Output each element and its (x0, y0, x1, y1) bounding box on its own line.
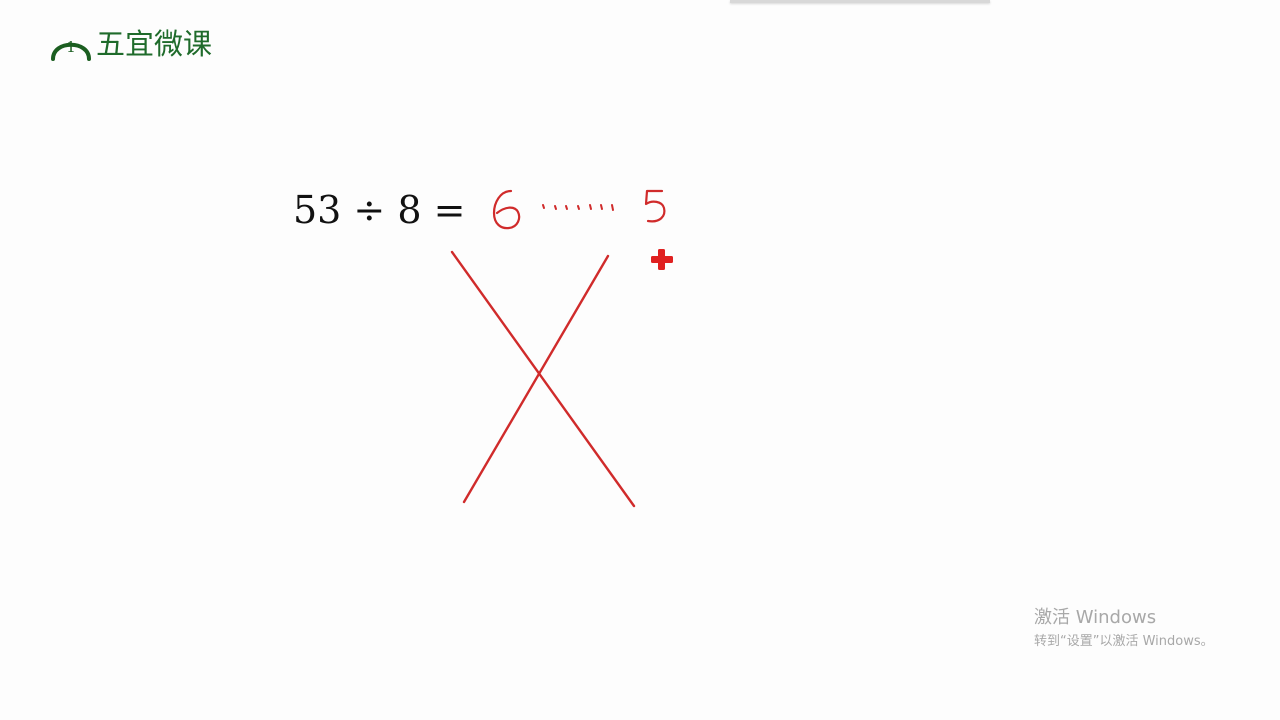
handwritten-ellipsis (542, 204, 614, 211)
wrong-cross-mark (450, 250, 636, 508)
watermark-title: 激活 Windows (1034, 607, 1157, 628)
red-cross-cursor-icon (651, 249, 673, 270)
handwritten-remainder-five (644, 189, 666, 223)
slide-canvas: 1 五宜微课 53 ÷ 8 = 激活 Windows 转到“设置”以激活 Win… (0, 0, 1280, 720)
windows-activation-watermark: 激活 Windows 转到“设置”以激活 Windows。 (1034, 606, 1214, 652)
watermark-subtitle: 转到“设置”以激活 Windows。 (1034, 634, 1214, 649)
handwritten-quotient-six (492, 189, 521, 230)
